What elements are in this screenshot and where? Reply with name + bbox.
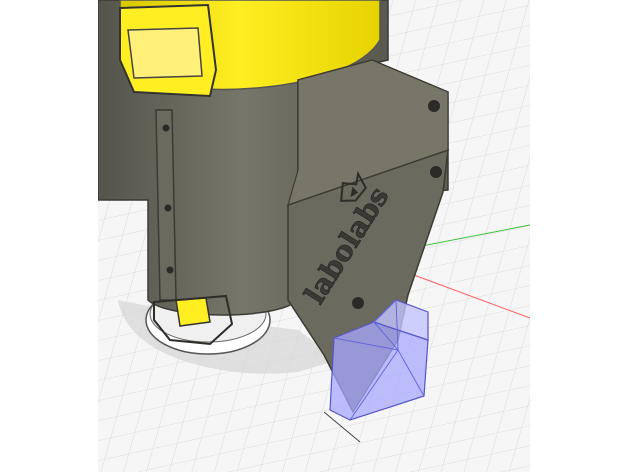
mount-hole-1	[428, 100, 440, 112]
cap-button-inner	[127, 27, 203, 79]
yellow-clip	[175, 297, 211, 327]
bracket-hole-1	[162, 124, 170, 132]
mount-hole-2	[430, 166, 442, 178]
bracket-hole-3	[166, 266, 174, 274]
3d-viewport[interactable]: labolabs	[98, 0, 530, 472]
screenshot-frame: labolabs	[0, 0, 628, 472]
bracket-hole-2	[164, 204, 172, 212]
cad-scene[interactable]: labolabs	[98, 0, 530, 472]
mount-hole-3	[352, 297, 364, 309]
